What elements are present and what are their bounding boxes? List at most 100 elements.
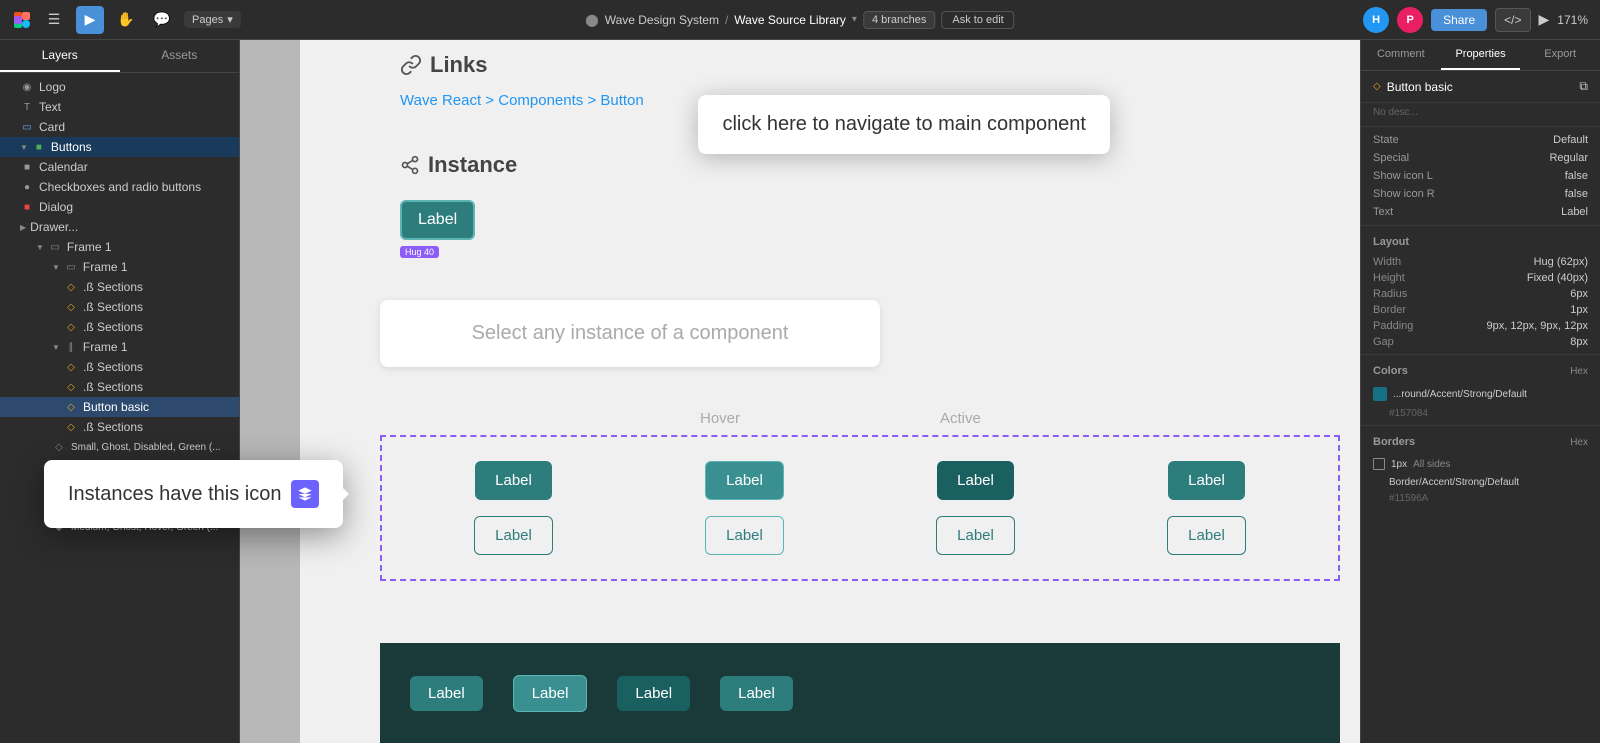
tab-properties[interactable]: Properties [1441,40,1521,70]
canvas-breadcrumb[interactable]: Wave React > Components > Button [400,92,644,110]
borders-header: Borders [1373,436,1415,448]
height-label: Height [1373,272,1405,284]
dark-btn-3[interactable]: Label [617,676,690,711]
select-tool[interactable]: ▶ [76,6,104,34]
layer-name: .ß Sections [83,380,143,394]
layer-item-sections-4[interactable]: ◇ .ß Sections [0,357,239,377]
comment-tool[interactable]: 💬 [148,6,176,34]
special-value[interactable]: Regular [1549,152,1588,164]
no-description: No desc... [1361,103,1600,122]
layer-item-small-ghost-disabled[interactable]: ◇ Small, Ghost, Disabled, Green (... [0,437,239,457]
branches-badge[interactable]: 4 branches [863,11,935,29]
tab-export[interactable]: Export [1520,40,1600,70]
layer-item-button-basic[interactable]: ◇ Button basic [0,397,239,417]
show-icon-l-value[interactable]: false [1565,170,1588,182]
btn-label-3[interactable]: Label [937,461,1014,500]
layer-item-frame1-child[interactable]: ▼ ▭ Frame 1 [0,257,239,277]
layer-item-sections-2[interactable]: ◇ .ß Sections [0,297,239,317]
layer-item-text[interactable]: T Text [0,97,239,117]
figma-logo[interactable] [12,10,32,30]
border-value: 1px [1391,459,1407,470]
layout-height: Height Fixed (40px) [1361,270,1600,286]
code-button[interactable]: </> [1495,8,1530,32]
color-swatch-1 [1373,387,1387,401]
instance-icon [400,155,420,175]
pages-label: Pages [192,14,223,26]
hand-tool[interactable]: ✋ [112,6,140,34]
right-panel: Comment Properties Export ◇ Button basic… [1360,40,1600,743]
layer-item-card[interactable]: ▭ Card [0,117,239,137]
show-icon-r-value[interactable]: false [1565,188,1588,200]
share-button[interactable]: Share [1431,9,1487,31]
layer-item-sections-1[interactable]: ◇ .ß Sections [0,277,239,297]
canvas-area: Links Wave React > Components > Button I… [240,40,1360,743]
grid-cell-1: Label [398,453,629,508]
branches-text: 4 branches [872,14,926,26]
project-name: Wave Design System [605,13,719,27]
instance-icon: ◇ [64,380,78,394]
tab-assets[interactable]: Assets [120,40,240,72]
layout-width: Width Hug (62px) [1361,254,1600,270]
button-preview[interactable]: Label [400,200,475,240]
instance-icon: ◇ [64,400,78,414]
play-button[interactable]: ▶ [1539,11,1550,28]
layer-item-sections-6[interactable]: ◇ .ß Sections [0,417,239,437]
dark-btn-1[interactable]: Label [410,676,483,711]
color-row-1: ...round/Accent/Strong/Default [1361,383,1600,405]
divider-2 [1361,225,1600,226]
tab-comment[interactable]: Comment [1361,40,1441,70]
state-value[interactable]: Default [1553,134,1588,146]
layer-item-sections-5[interactable]: ◇ .ß Sections [0,377,239,397]
avatar-h[interactable]: H [1363,7,1389,33]
dark-btn-2[interactable]: Label [513,675,588,712]
avatar-p[interactable]: P [1397,7,1423,33]
layer-name: Frame 1 [83,340,128,354]
gap-value: 8px [1570,336,1588,348]
btn-label-5[interactable]: Label [474,516,553,555]
select-prompt-text: Select any instance of a component [472,322,789,344]
tab-layers[interactable]: Layers [0,40,120,72]
layer-item-drawer[interactable]: ▶ Drawer... [0,217,239,237]
layer-name: Drawer... [30,220,78,234]
dark-btn-4[interactable]: Label [720,676,793,711]
instance-icon: ◇ [64,320,78,334]
layer-item-sections-3[interactable]: ◇ .ß Sections [0,317,239,337]
btn-label-1[interactable]: Label [475,461,552,500]
btn-label-7[interactable]: Label [936,516,1015,555]
select-prompt: Select any instance of a component [380,300,880,367]
diamond-icon: ◇ [1373,81,1381,92]
text-label: Text [1373,206,1393,218]
layout-gap: Gap 8px [1361,334,1600,350]
border-row-1: 1px All sides [1361,454,1600,474]
pages-tab[interactable]: Pages ▾ [184,11,241,28]
layer-item-logo[interactable]: ◉ Logo [0,77,239,97]
btn-label-2[interactable]: Label [705,461,784,500]
text-value[interactable]: Label [1561,206,1588,218]
color-hex-row-1: #157084 [1361,405,1600,421]
layer-name: Button basic [83,400,149,414]
text-icon: T [20,100,34,114]
prop-text: Text Label [1361,203,1600,221]
links-title: Links [430,52,487,78]
layer-item-calendar[interactable]: ■ Calendar [0,157,239,177]
component-grid: Label Label Label Label Label Label [380,435,1340,581]
goto-main-component-icon[interactable]: ⧉ [1579,79,1588,94]
btn-label-4[interactable]: Label [1168,461,1245,500]
layer-item-frame1[interactable]: ▼ ▭ Frame 1 [0,237,239,257]
ask-edit-button[interactable]: Ask to edit [941,11,1014,29]
layer-item-frame1-auto[interactable]: ▼ ∥ Frame 1 [0,337,239,357]
frame-icon: ▭ [48,240,62,254]
layer-item-buttons[interactable]: ▼ ■ Buttons [0,137,239,157]
grid-cell-6: Label [629,508,860,563]
btn-label-8[interactable]: Label [1167,516,1246,555]
grid-cell-8: Label [1091,508,1322,563]
menu-icon[interactable]: ☰ [40,6,68,34]
instance-title: Instance [428,152,517,178]
layer-item-dialog[interactable]: ■ Dialog [0,197,239,217]
prop-show-icon-l: Show icon L false [1361,167,1600,185]
grid-cell-3: Label [860,453,1091,508]
layer-name: .ß Sections [83,360,143,374]
layer-item-checkboxes[interactable]: ● Checkboxes and radio buttons [0,177,239,197]
divider-3 [1361,354,1600,355]
btn-label-6[interactable]: Label [705,516,784,555]
